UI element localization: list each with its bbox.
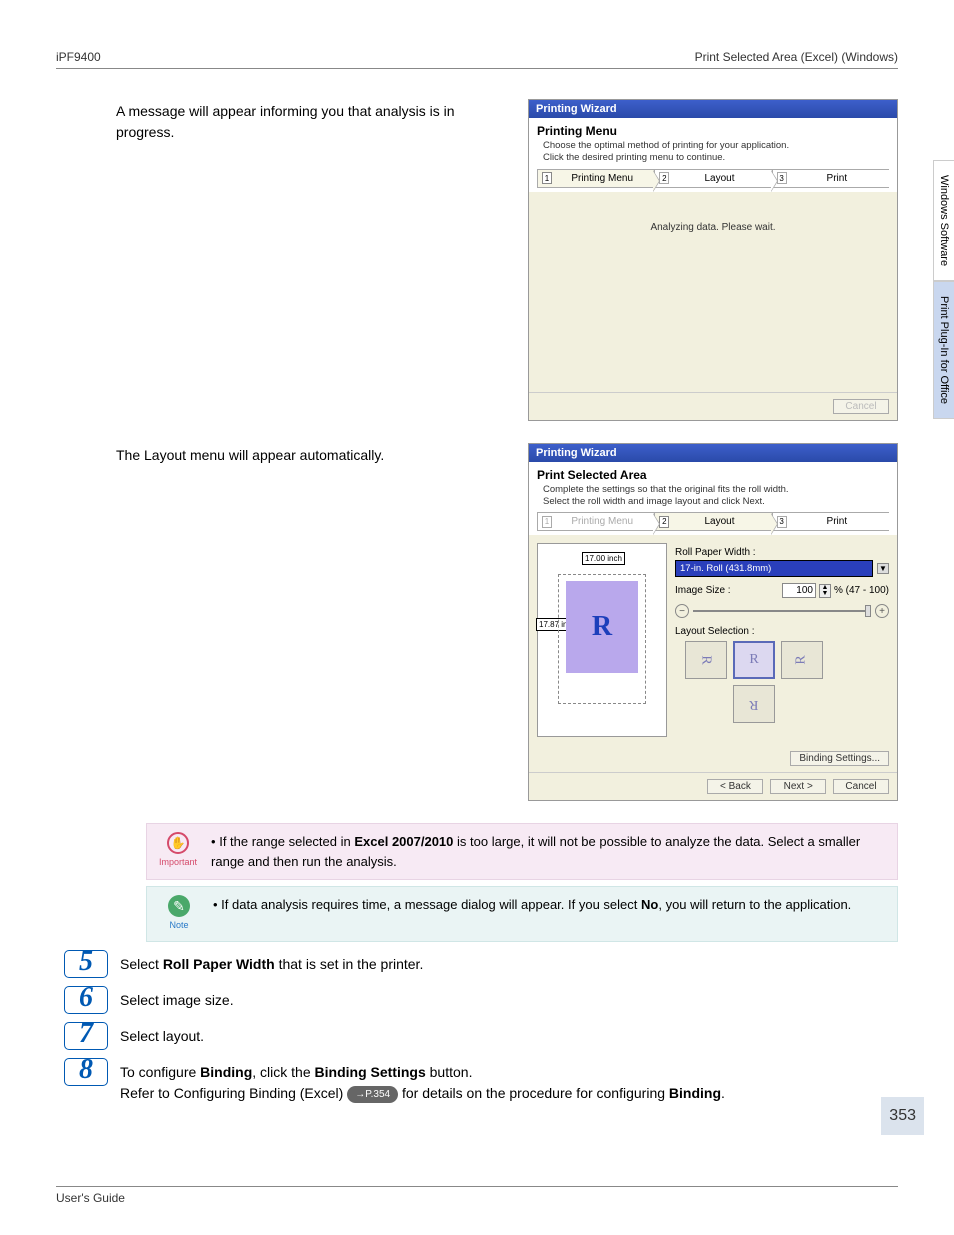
important-label: Important	[159, 856, 197, 870]
plus-icon[interactable]: +	[875, 604, 889, 618]
printing-wizard-layout: Printing Wizard Print Selected Area Comp…	[528, 443, 898, 802]
tab-num-3: 3	[777, 172, 787, 184]
page-footer: User's Guide	[56, 1186, 898, 1205]
step-7-number: 7	[64, 1022, 108, 1050]
step-8-number: 8	[64, 1058, 108, 1086]
minus-icon[interactable]: −	[675, 604, 689, 618]
wizard1-body: Analyzing data. Please wait.	[529, 192, 897, 392]
tab2-num-1: 1	[542, 516, 552, 528]
preview-content: R	[566, 581, 638, 673]
wizard1-cancel-button[interactable]: Cancel	[833, 399, 889, 414]
binding-settings-button[interactable]: Binding Settings...	[790, 751, 889, 766]
wizard2-heading: Print Selected Area	[537, 468, 889, 482]
layout-opt-rot-down[interactable]: R	[733, 685, 775, 723]
header-right: Print Selected Area (Excel) (Windows)	[695, 50, 898, 64]
roll-paper-width-dropdown[interactable]: 17-in. Roll (431.8mm)	[675, 560, 873, 577]
step-8: 8 To configure Binding, click the Bindin…	[64, 1058, 898, 1104]
layout-opt-rot-left[interactable]: R	[685, 641, 727, 679]
side-tab-print-plugin[interactable]: Print Plug-In for Office	[933, 281, 954, 419]
step-6: 6 Select image size.	[64, 986, 898, 1014]
image-size-spinner[interactable]: ▲▼	[819, 584, 831, 598]
image-size-label: Image Size :	[675, 585, 731, 596]
printing-wizard-analyzing: Printing Wizard Printing Menu Choose the…	[528, 99, 898, 421]
tab2-num-2: 2	[659, 516, 669, 528]
tab-num-1: 1	[542, 172, 552, 184]
step-7-text: Select layout.	[120, 1022, 204, 1047]
wizard2-tabs: 1 Printing Menu 2 Layout 3 Print	[537, 512, 889, 531]
step-5: 5 Select Roll Paper Width that is set in…	[64, 950, 898, 978]
wizard2-tab-printing-menu[interactable]: 1 Printing Menu	[537, 512, 654, 531]
tab-num-2: 2	[659, 172, 669, 184]
page-ref-354[interactable]: →P.354	[347, 1086, 398, 1103]
image-size-input[interactable]: 100	[782, 583, 816, 598]
wizard1-desc2: Click the desired printing menu to conti…	[543, 152, 889, 164]
wizard2-titlebar: Printing Wizard	[529, 444, 897, 462]
preview-dim-width: 17.00 inch	[582, 552, 625, 565]
layout-opt-rot-right[interactable]: R	[781, 641, 823, 679]
step-6-text: Select image size.	[120, 986, 234, 1011]
important-icon	[167, 832, 189, 854]
note-icon: ✎	[168, 895, 190, 917]
layout-selection-grid: R R R R	[685, 641, 889, 723]
image-size-range: % (47 - 100)	[834, 585, 889, 596]
step-7: 7 Select layout.	[64, 1022, 898, 1050]
layout-selection-label: Layout Selection :	[675, 626, 889, 637]
cancel-button[interactable]: Cancel	[833, 779, 889, 794]
tab2-num-3: 3	[777, 516, 787, 528]
wizard2-tab-layout[interactable]: 2 Layout	[654, 512, 771, 531]
layout-menu-text: The Layout menu will appear automaticall…	[116, 443, 508, 802]
wizard1-tabs: 1 Printing Menu 2 Layout 3 Print	[537, 169, 889, 188]
wizard1-tab-printing-menu[interactable]: 1 Printing Menu	[537, 169, 654, 188]
wizard2-desc1: Complete the settings so that the origin…	[543, 484, 889, 496]
wizard1-desc1: Choose the optimal method of printing fo…	[543, 140, 889, 152]
wizard1-tab-print[interactable]: 3 Print	[772, 169, 889, 188]
dropdown-arrow-icon[interactable]: ▼	[877, 563, 889, 574]
preview-glyph: R	[592, 611, 612, 643]
analysis-progress-text: A message will appear informing you that…	[116, 99, 508, 421]
note-callout: ✎ Note If data analysis requires time, a…	[146, 886, 898, 942]
wizard2-tab-print[interactable]: 3 Print	[772, 512, 889, 531]
side-tabs: Windows Software Print Plug-In for Offic…	[933, 160, 954, 419]
note-bullet: If data analysis requires time, a messag…	[213, 895, 851, 915]
print-preview: 17.00 inch 17.87 inch R	[537, 543, 667, 737]
back-button[interactable]: < Back	[707, 779, 763, 794]
page-number: 353	[881, 1097, 924, 1135]
header-left: iPF9400	[56, 50, 101, 64]
layout-opt-portrait[interactable]: R	[733, 641, 775, 679]
wizard1-titlebar: Printing Wizard	[529, 100, 897, 118]
wizard1-heading: Printing Menu	[537, 124, 889, 138]
image-size-slider[interactable]: − +	[675, 604, 889, 618]
preview-paper: R	[558, 574, 646, 704]
wizard2-body: 17.00 inch 17.87 inch R Roll Paper Width…	[529, 535, 897, 745]
side-tab-windows-software[interactable]: Windows Software	[933, 160, 954, 281]
wizard2-bottom-binding: Binding Settings...	[529, 745, 897, 772]
slider-thumb[interactable]	[865, 605, 871, 617]
step-5-number: 5	[64, 950, 108, 978]
wizard2-bottom-nav: < Back Next > Cancel	[529, 772, 897, 800]
layout-controls: Roll Paper Width : 17-in. Roll (431.8mm)…	[675, 543, 889, 737]
wizard1-tab-layout[interactable]: 2 Layout	[654, 169, 771, 188]
important-bullet: If the range selected in Excel 2007/2010…	[211, 832, 885, 871]
step-6-number: 6	[64, 986, 108, 1014]
roll-paper-width-label: Roll Paper Width :	[675, 547, 889, 558]
page-header: iPF9400 Print Selected Area (Excel) (Win…	[56, 50, 898, 69]
wizard1-bottom: Cancel	[529, 392, 897, 420]
note-label: Note	[159, 919, 199, 933]
important-callout: Important If the range selected in Excel…	[146, 823, 898, 880]
wizard2-desc2: Select the roll width and image layout a…	[543, 496, 889, 508]
next-button[interactable]: Next >	[770, 779, 826, 794]
